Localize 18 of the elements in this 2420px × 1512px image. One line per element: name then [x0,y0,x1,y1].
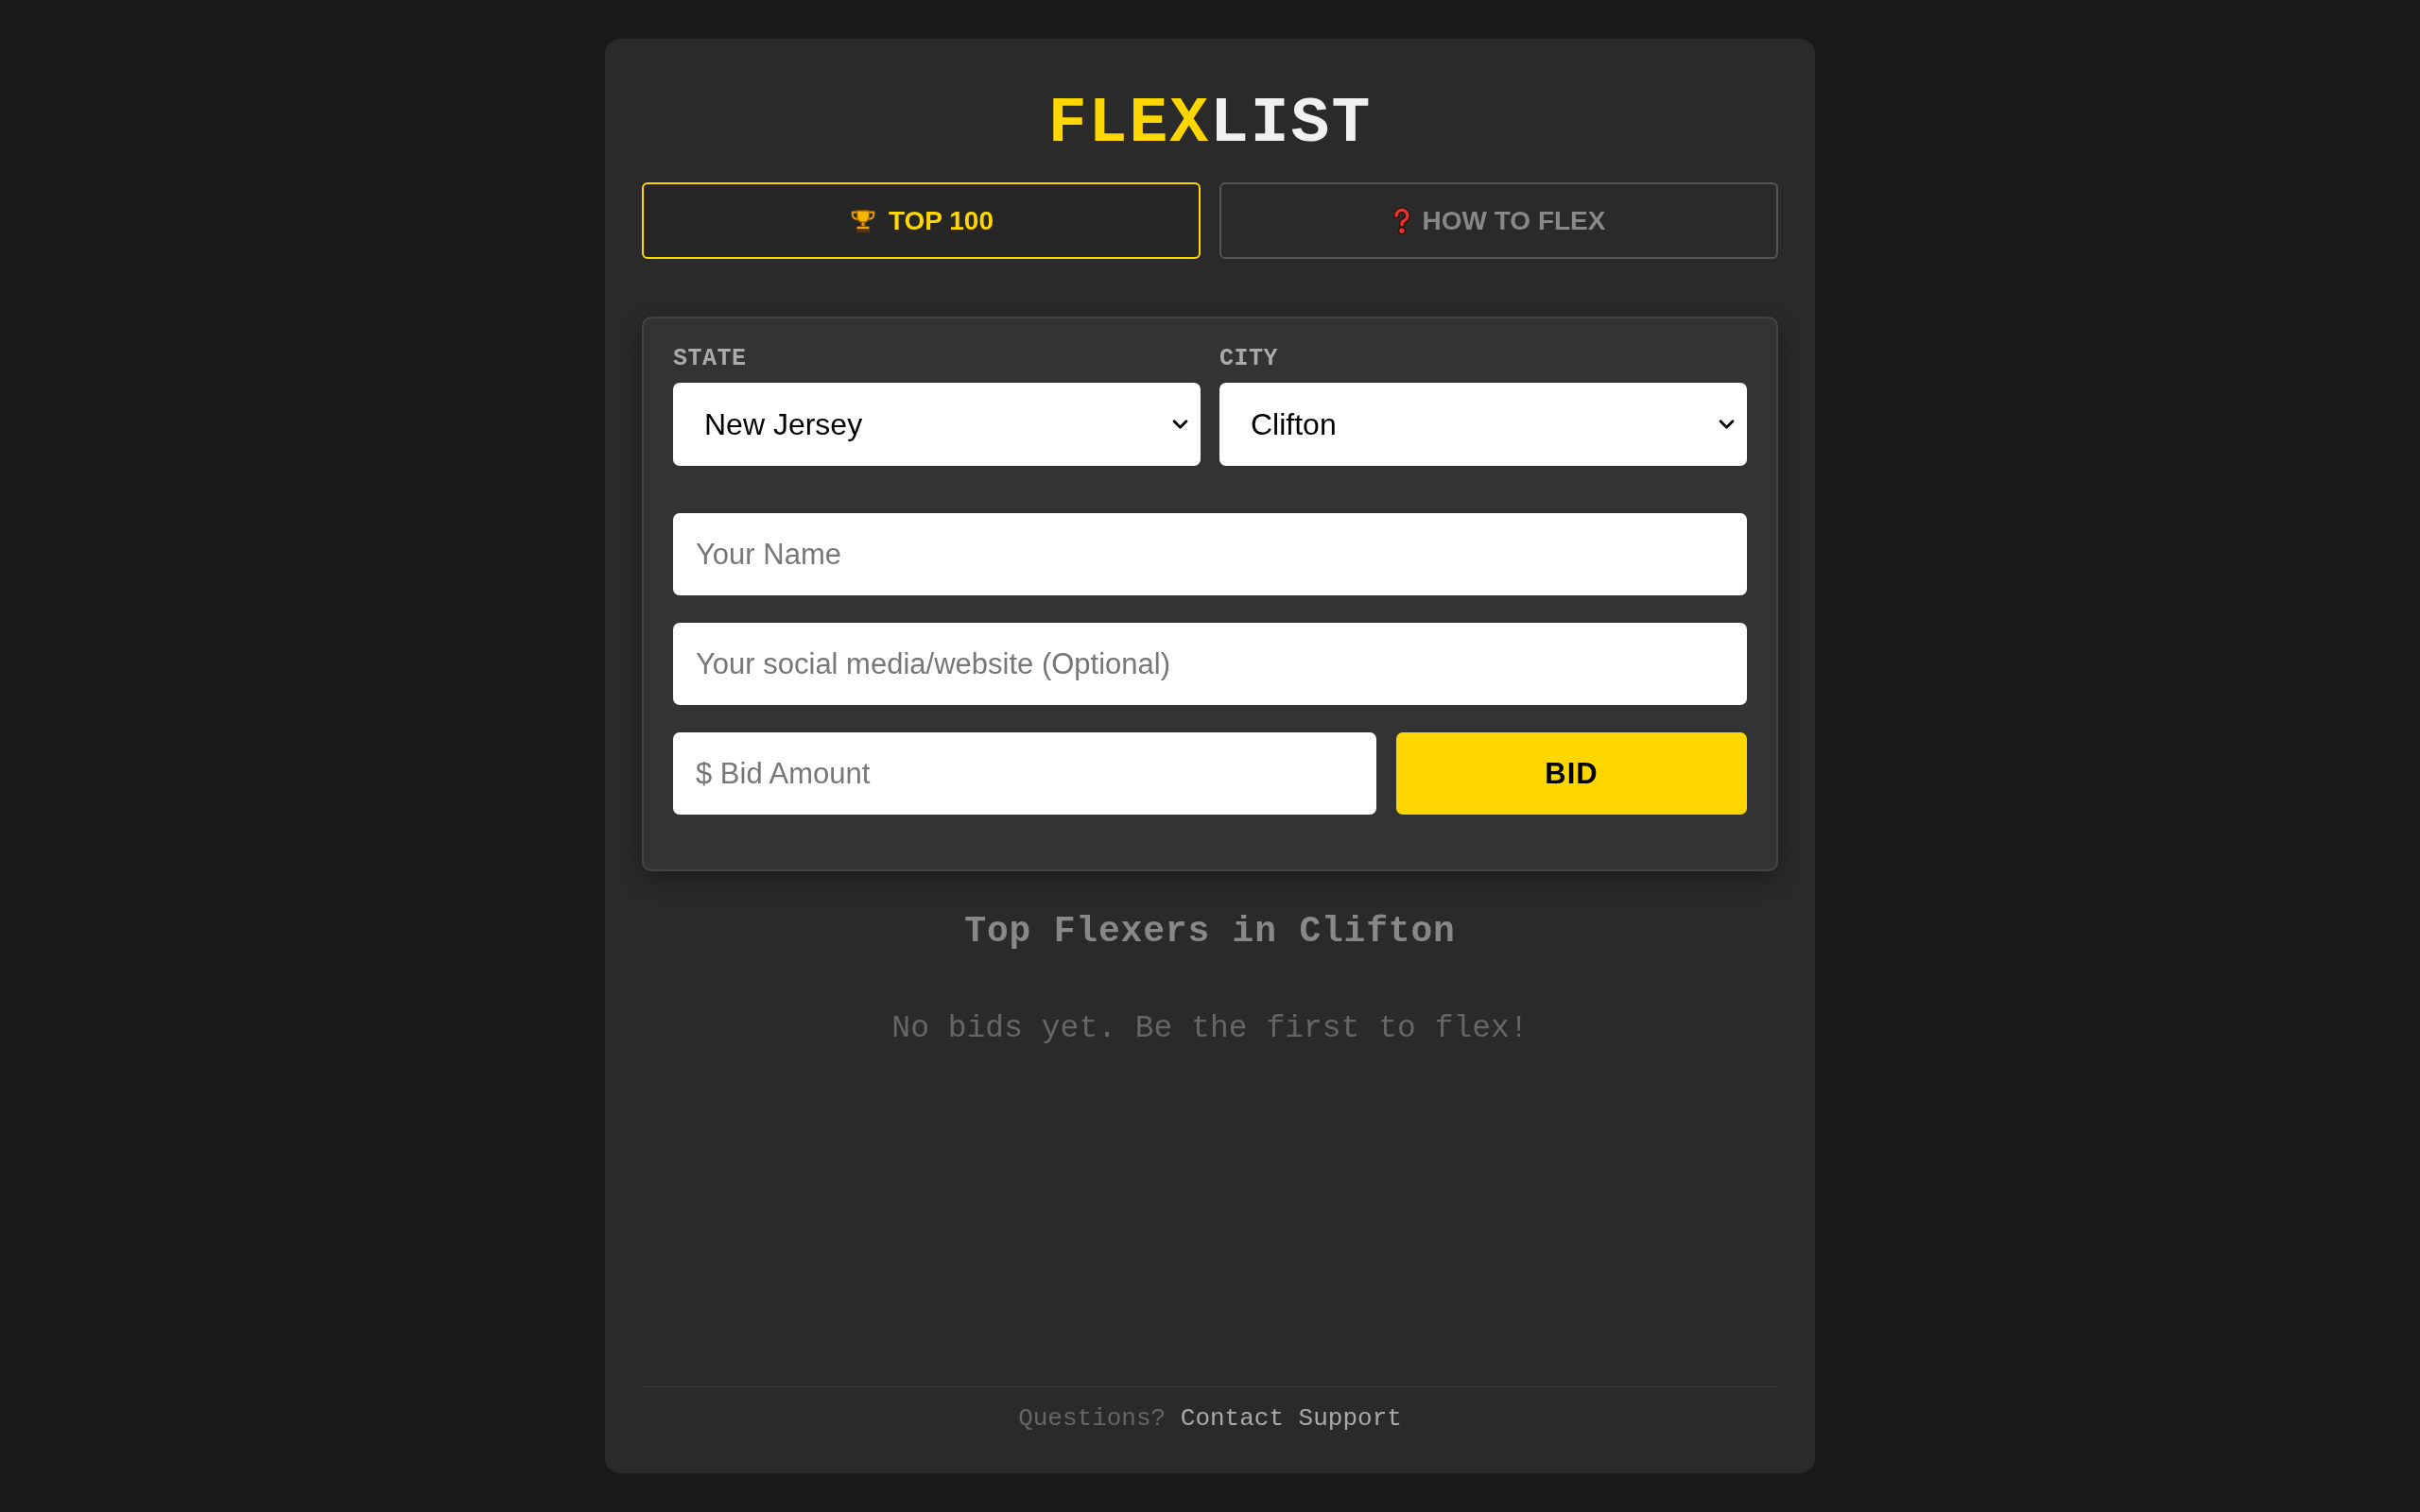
question-mark-icon [1392,206,1411,235]
chevron-down-icon [1172,419,1188,430]
state-select[interactable]: New Jersey [673,383,1201,466]
name-field[interactable]: Your Name [673,513,1747,595]
bid-amount-field[interactable]: $ Bid Amount [673,732,1376,815]
contact-support-link[interactable]: Contact Support [1180,1404,1402,1433]
empty-message: No bids yet. Be the first to flex! [891,1010,1529,1048]
bid-button[interactable]: BID [1396,732,1747,815]
leaderboard-title: Top Flexers in Clifton [964,910,1456,954]
state-label: STATE [673,345,747,373]
city-label: CITY [1219,345,1278,373]
chevron-down-icon [1719,419,1735,430]
tab[interactable]: HOW TO FLEX [1219,182,1778,259]
social-link-field[interactable]: Your social media/website (Optional) [673,623,1747,705]
tab[interactable]: TOP 100 [642,182,1201,259]
footer-text: Questions? [1018,1404,1167,1433]
logo-title: FLEXLIST [1047,86,1373,162]
city-select[interactable]: Clifton [1219,383,1747,466]
